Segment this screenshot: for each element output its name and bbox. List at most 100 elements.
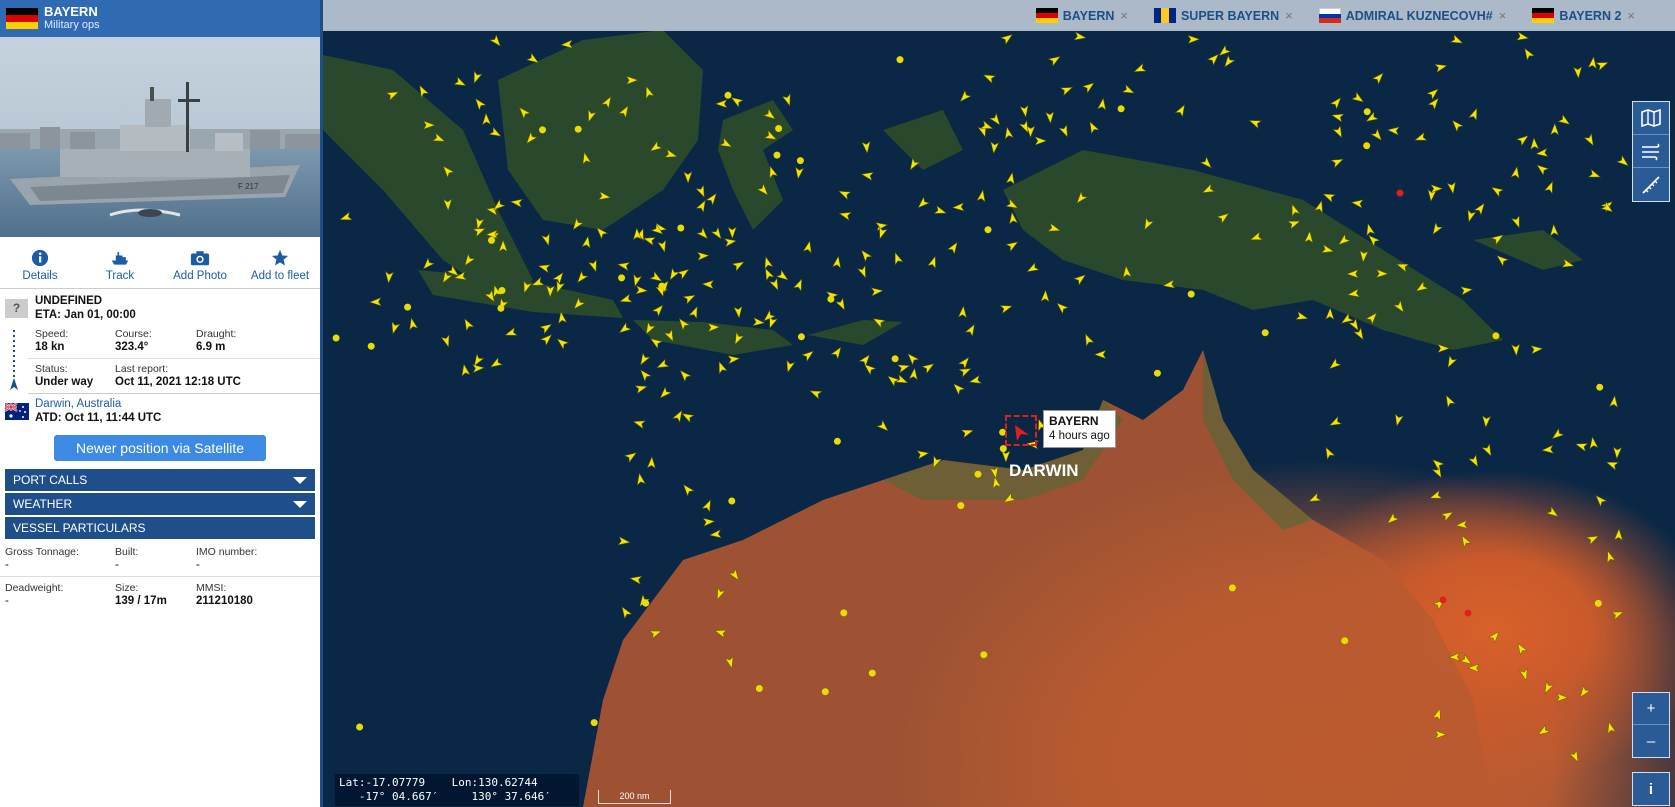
vessel-marker[interactable] [1427, 96, 1441, 111]
info-button[interactable]: i [1633, 773, 1669, 805]
anchored-vessel-marker[interactable] [404, 303, 412, 311]
vessel-marker[interactable] [763, 130, 778, 143]
vessel-marker[interactable] [539, 321, 554, 335]
anchored-vessel-marker[interactable] [574, 125, 582, 133]
vessel-marker[interactable] [1530, 345, 1544, 355]
vessel-marker[interactable] [762, 256, 774, 270]
vessel-marker[interactable] [489, 34, 503, 49]
vessel-marker[interactable] [672, 409, 685, 423]
vessel-marker[interactable] [957, 89, 972, 105]
vessel-marker[interactable] [1332, 125, 1345, 139]
vessel-marker[interactable] [1122, 265, 1132, 279]
vessel-marker[interactable] [927, 255, 939, 269]
vessel-marker[interactable] [473, 96, 487, 111]
vessel-marker[interactable] [1460, 285, 1474, 296]
vessel-marker[interactable] [504, 327, 518, 339]
vessel-marker[interactable] [1393, 299, 1407, 315]
vessel-marker[interactable] [510, 198, 523, 208]
vessel-marker[interactable] [632, 418, 646, 430]
vessel-marker[interactable] [524, 131, 538, 146]
measure-tool-button[interactable] [1633, 168, 1669, 201]
vessel-marker[interactable] [339, 211, 353, 223]
tab-bayern-2[interactable]: BAYERN 2 × [1532, 8, 1635, 23]
vessel-marker[interactable] [1295, 311, 1309, 323]
vessel-marker[interactable] [957, 355, 972, 370]
vessel-marker[interactable] [1097, 97, 1107, 111]
vessel-marker[interactable] [1347, 288, 1361, 299]
anchored-vessel-marker[interactable] [590, 719, 598, 727]
vessel-marker[interactable] [1045, 111, 1055, 124]
vessel-marker[interactable] [649, 271, 664, 285]
vessel-marker[interactable] [1437, 343, 1450, 353]
vessel-marker[interactable] [1359, 250, 1369, 263]
port-calls-section[interactable]: PORT CALLS [5, 469, 315, 491]
vessel-marker[interactable] [933, 205, 947, 217]
vessel-marker[interactable] [1329, 95, 1344, 110]
anchored-vessel-marker[interactable] [840, 609, 848, 617]
vessel-marker[interactable] [489, 357, 504, 371]
anchored-vessel-marker[interactable] [539, 126, 546, 134]
vessel-marker[interactable] [472, 225, 486, 238]
vessel-marker[interactable] [1430, 222, 1444, 237]
anchored-vessel-marker[interactable] [618, 274, 626, 282]
vessel-marker[interactable] [1613, 528, 1623, 541]
vessel-marker[interactable] [930, 455, 942, 469]
vessel-marker[interactable] [781, 93, 794, 107]
vessel-marker[interactable] [1396, 261, 1410, 273]
vessel-marker[interactable] [714, 627, 728, 639]
vessel-marker[interactable] [1364, 223, 1376, 237]
vessel-marker[interactable] [1019, 104, 1030, 118]
vessel-marker[interactable] [1495, 253, 1509, 267]
vessel-marker[interactable] [440, 164, 455, 179]
vessel-marker[interactable] [440, 334, 452, 348]
vessel-marker[interactable] [638, 368, 652, 382]
anchored-vessel-marker[interactable] [891, 355, 899, 363]
vessel-marker[interactable] [731, 258, 745, 272]
vessel-marker[interactable] [1047, 222, 1061, 234]
vessel-marker[interactable] [1445, 354, 1458, 369]
vessel-marker[interactable] [1490, 184, 1505, 198]
vessel-marker[interactable] [635, 472, 646, 486]
vessel-marker[interactable] [1141, 217, 1155, 231]
vessel-marker[interactable] [1325, 307, 1335, 320]
vessel-marker[interactable] [472, 364, 485, 374]
vessel-marker[interactable] [696, 227, 710, 242]
vessel-marker[interactable] [443, 198, 453, 212]
vessel-marker[interactable] [1002, 492, 1017, 506]
vessel-marker[interactable] [907, 157, 921, 172]
vessel-marker[interactable] [1432, 708, 1444, 722]
vessel-marker[interactable] [1000, 31, 1015, 46]
anchored-vessel-marker[interactable] [1492, 332, 1500, 340]
vessel-marker[interactable] [858, 353, 872, 367]
vessel-marker[interactable] [960, 427, 974, 439]
vessel-marker[interactable] [1583, 133, 1596, 147]
vessel-marker[interactable] [1387, 126, 1400, 136]
close-icon[interactable]: × [1285, 8, 1293, 23]
vessel-marker[interactable] [1322, 190, 1336, 203]
vessel-marker[interactable] [989, 112, 1003, 128]
vessel-marker[interactable] [1322, 446, 1336, 460]
vessel-marker[interactable] [594, 225, 609, 240]
vessel-marker[interactable] [646, 456, 656, 469]
vessel-marker[interactable] [546, 285, 555, 298]
vessel-marker[interactable] [859, 248, 873, 263]
vessel-marker[interactable] [617, 260, 631, 271]
vessel-marker[interactable] [1304, 230, 1314, 244]
vessel-marker[interactable] [618, 104, 632, 119]
vessel-marker[interactable] [1434, 730, 1448, 740]
anchored-vessel-marker[interactable] [1363, 142, 1371, 150]
anchored-vessel-marker[interactable] [724, 91, 732, 99]
vessel-marker[interactable] [1073, 31, 1087, 42]
vessel-marker[interactable] [460, 363, 471, 377]
vessel-marker[interactable] [794, 166, 805, 180]
close-icon[interactable]: × [1627, 8, 1635, 23]
vessel-marker[interactable] [1426, 86, 1441, 101]
vessel-marker[interactable] [1481, 443, 1494, 457]
vessel-marker[interactable] [651, 303, 665, 317]
vessel-marker[interactable] [598, 191, 611, 202]
vessel-marker[interactable] [423, 120, 436, 130]
close-icon[interactable]: × [1120, 8, 1128, 23]
vessel-marker[interactable] [682, 292, 696, 305]
vessel-marker[interactable] [982, 71, 997, 84]
vessel-marker[interactable] [643, 85, 655, 100]
